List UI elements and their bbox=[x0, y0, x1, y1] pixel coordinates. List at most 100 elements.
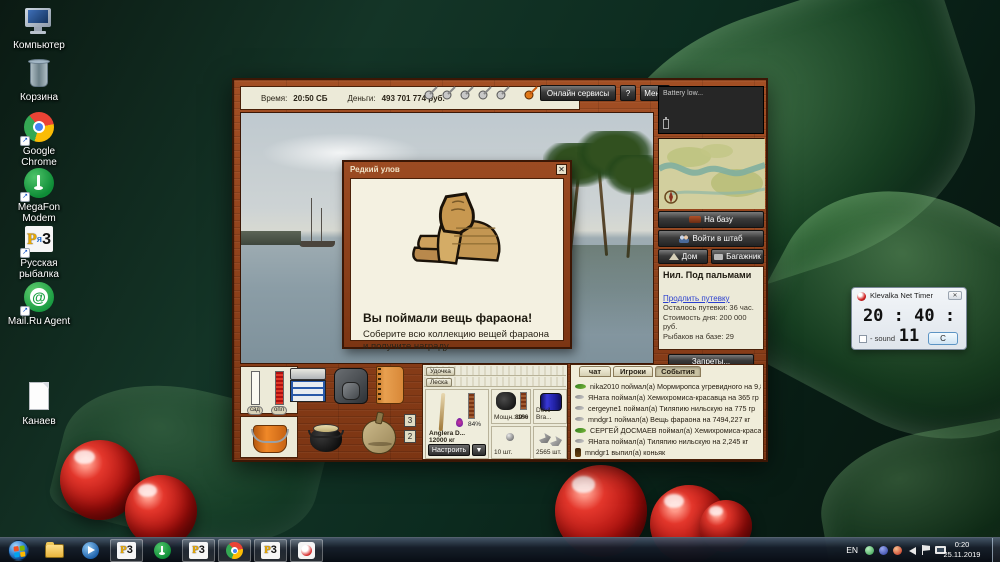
taskbar-media-player[interactable] bbox=[74, 539, 107, 562]
hooks-cell[interactable]: 2565 шт. bbox=[533, 426, 567, 459]
start-button[interactable] bbox=[2, 539, 35, 562]
desktop-icon-recycle-bin[interactable]: Корзина bbox=[4, 58, 74, 103]
tackle-panel: Удочка Леска 84% Anglera D... 12000 кг Н… bbox=[422, 364, 568, 460]
rare-catch-dialog: Редкий улов ✕ Вы поймали вещь фараона! С… bbox=[342, 160, 572, 352]
rr3-icon: Ря3 ↗ bbox=[20, 224, 56, 258]
trunk-button[interactable]: Багажник bbox=[711, 249, 764, 264]
extend-ticket-link[interactable]: Продлить путевку bbox=[663, 294, 759, 303]
line-selector-row[interactable]: Леска bbox=[424, 377, 566, 387]
lure-icon bbox=[575, 439, 584, 443]
taskbar-klevalka[interactable] bbox=[290, 539, 323, 562]
rod-slot-icon[interactable] bbox=[496, 86, 511, 100]
volume-icon[interactable] bbox=[909, 547, 916, 555]
hooks-qty: 2565 шт. bbox=[536, 449, 562, 456]
desktop-icon-computer[interactable]: Компьютер bbox=[4, 6, 74, 51]
storage-badge[interactable]: 2 bbox=[404, 430, 416, 443]
rod-name: Anglera D... bbox=[429, 430, 466, 437]
clock-date: 25.11.2019 bbox=[943, 550, 981, 559]
desktop-icon-document[interactable]: Канаев bbox=[4, 382, 74, 427]
rod-slot-icon[interactable] bbox=[442, 86, 457, 100]
lure-icon bbox=[575, 383, 586, 389]
rod-image bbox=[438, 392, 446, 432]
timer-title: Klevalka Net Timer bbox=[870, 291, 933, 300]
reel-cell[interactable]: Мощн.: 180 89% bbox=[491, 389, 531, 424]
timer-app-icon bbox=[857, 292, 866, 301]
tab-chat[interactable]: чат bbox=[579, 366, 611, 377]
taskbar: Р3 Р3 Р3 EN 0:20 25.11.2019 bbox=[0, 537, 1000, 562]
tray-mailru-icon[interactable] bbox=[893, 546, 902, 555]
dialog-heading: Вы поймали вещь фараона! bbox=[363, 311, 533, 325]
rod-dropdown-button[interactable]: ▼ bbox=[472, 444, 486, 456]
chat-message: cergeyne1 поймал(а) Тиляпию нильскую на … bbox=[575, 403, 761, 413]
bucket-panel[interactable] bbox=[240, 416, 298, 458]
tune-button[interactable]: Настроить bbox=[428, 444, 470, 456]
sound-label: - sound bbox=[870, 334, 896, 343]
taskbar-chrome[interactable] bbox=[218, 539, 251, 562]
action-center-flag-icon[interactable] bbox=[922, 545, 930, 555]
bottle-icon bbox=[575, 447, 581, 457]
tray-clock[interactable]: 0:20 25.11.2019 bbox=[936, 540, 988, 560]
active-rod-icon[interactable] bbox=[524, 86, 539, 100]
enter-hq-button[interactable]: Войти в штаб bbox=[658, 230, 764, 247]
close-icon[interactable]: ✕ bbox=[556, 164, 567, 175]
home-button[interactable]: Дом bbox=[658, 249, 708, 264]
rod-selector-row[interactable]: Удочка bbox=[424, 366, 566, 376]
dialog-text: Соберите всю коллекцию вещей фараона и п… bbox=[363, 329, 549, 352]
rod-slot-icon[interactable] bbox=[478, 86, 493, 100]
tacklebox-icon[interactable] bbox=[290, 368, 326, 402]
windows-flag-icon bbox=[13, 545, 26, 558]
taskbar-rr3[interactable]: Р3 bbox=[110, 539, 143, 562]
reel-image bbox=[496, 392, 516, 410]
shortcut-arrow-icon: ↗ bbox=[20, 248, 30, 258]
sinker-qty: 10 шт. bbox=[494, 449, 513, 456]
reel-wear-gauge bbox=[520, 392, 527, 410]
backpack-icon[interactable] bbox=[332, 366, 370, 406]
to-base-button[interactable]: На базу bbox=[658, 211, 764, 228]
lure-icon bbox=[575, 406, 584, 410]
desktop-icon-megafon[interactable]: ↗ MegaFon Modem bbox=[4, 168, 74, 224]
cauldron-icon[interactable] bbox=[308, 416, 344, 456]
rod-tab[interactable]: Удочка bbox=[426, 367, 455, 376]
payment-gauge-label: опл bbox=[271, 406, 288, 415]
online-services-button[interactable]: Онлайн сервисы bbox=[540, 85, 616, 101]
tab-events[interactable]: События bbox=[655, 366, 701, 377]
timer-c-button[interactable]: C bbox=[928, 332, 958, 345]
taskbar-rr3-3[interactable]: Р3 bbox=[254, 539, 287, 562]
line-cell[interactable]: Devil Bra... bbox=[533, 389, 567, 424]
desktop-icon-chrome[interactable]: ↗ Google Chrome bbox=[4, 112, 74, 168]
sack-icon[interactable] bbox=[360, 411, 398, 456]
map-image[interactable] bbox=[657, 138, 766, 209]
sinker-cell[interactable]: 10 шт. bbox=[491, 426, 531, 459]
sound-checkbox[interactable] bbox=[859, 335, 867, 343]
desktop-icon-rr3[interactable]: Ря3 ↗ Русская рыбалка bbox=[4, 224, 74, 280]
fishermen-count: Рыбаков на базе: 29 bbox=[663, 331, 734, 341]
show-desktop-button[interactable] bbox=[992, 538, 1000, 562]
taskbar-megafon[interactable] bbox=[146, 539, 179, 562]
rod-wear-gauge bbox=[468, 393, 475, 419]
line-tab[interactable]: Леска bbox=[426, 378, 452, 387]
taskbar-explorer[interactable] bbox=[38, 539, 71, 562]
journal-icon[interactable] bbox=[374, 366, 406, 404]
storage-badge[interactable]: 3 bbox=[404, 414, 416, 427]
help-button[interactable]: ? bbox=[620, 85, 636, 101]
tab-players[interactable]: Игроки bbox=[613, 366, 653, 377]
media-player-icon bbox=[82, 542, 99, 559]
game-window: Время: 20:50 СБ Деньги: 493 701 774 руб.… bbox=[232, 78, 768, 462]
tray-app-icon[interactable] bbox=[879, 546, 888, 555]
rod-slot-icon[interactable] bbox=[424, 86, 439, 100]
reel-wear-value: 89% bbox=[514, 414, 528, 421]
taskbar-rr3-2[interactable]: Р3 bbox=[182, 539, 215, 562]
language-indicator[interactable]: EN bbox=[846, 545, 858, 555]
chrome-icon bbox=[226, 542, 243, 559]
time-value: 20:50 СБ bbox=[293, 93, 328, 103]
desktop: Компьютер Корзина ↗ Google Chrome ↗ Mega… bbox=[0, 0, 1000, 562]
tray-hidden-icons[interactable] bbox=[865, 546, 874, 555]
home-icon bbox=[668, 253, 679, 260]
timer-close-icon[interactable]: ✕ bbox=[948, 291, 962, 300]
hooks-image bbox=[539, 433, 551, 443]
rod-slot-icon[interactable] bbox=[460, 86, 475, 100]
rr3-icon: Р3 bbox=[117, 542, 136, 559]
desktop-icon-mailru[interactable]: @ ↗ Mail.Ru Agent bbox=[4, 282, 74, 327]
chat-message: ЯНата поймал(а) Хемихромиса-красавца на … bbox=[575, 392, 761, 402]
rod-cell[interactable]: 84% Anglera D... 12000 кг Настроить ▼ bbox=[425, 389, 489, 459]
